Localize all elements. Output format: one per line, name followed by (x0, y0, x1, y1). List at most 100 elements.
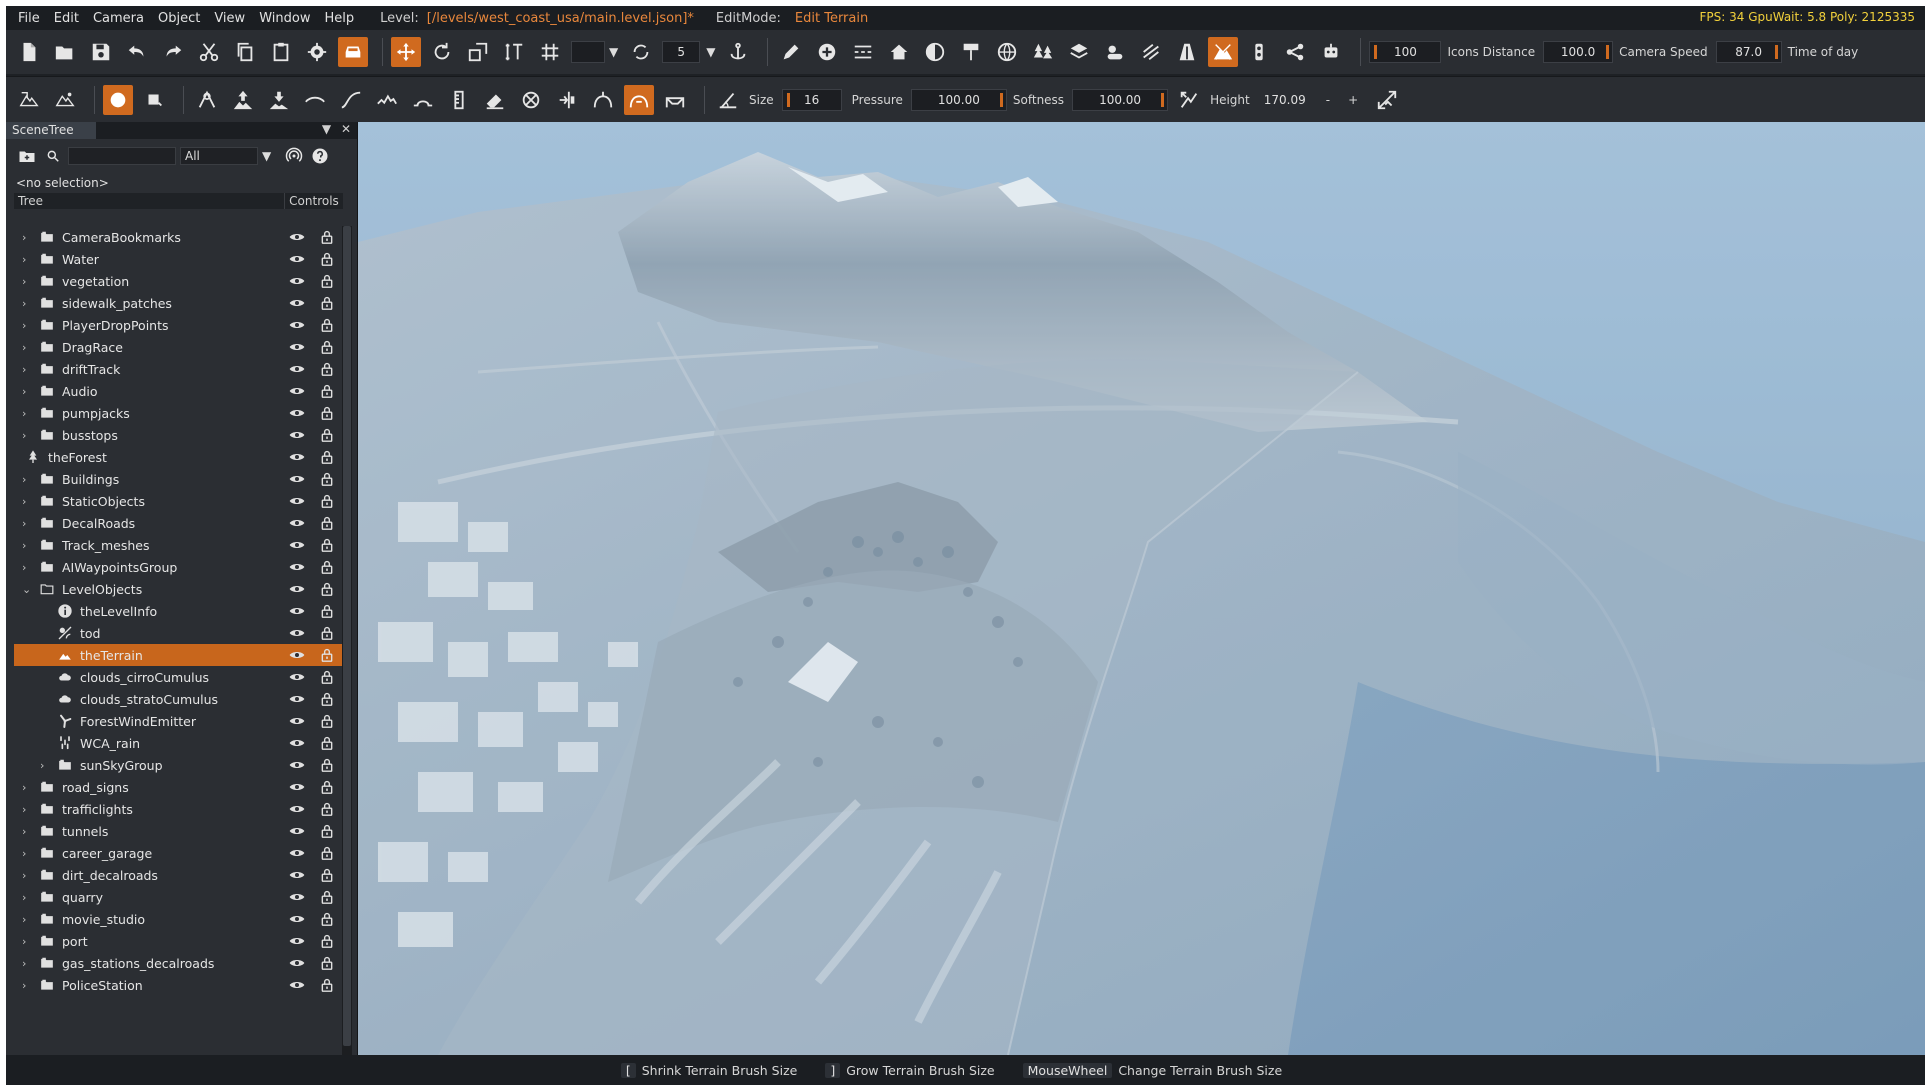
unlock-icon[interactable] (319, 230, 335, 244)
eye-icon[interactable] (289, 538, 305, 552)
nodes-tool-button[interactable] (1280, 37, 1310, 67)
unlock-icon[interactable] (319, 472, 335, 486)
size-field[interactable]: 16 (781, 88, 842, 111)
tree-item-career-garage[interactable]: › career_garage (14, 842, 342, 864)
softness-field[interactable]: 100.00 (1072, 88, 1169, 111)
chevron-right-icon[interactable]: › (22, 803, 36, 816)
unlock-icon[interactable] (319, 648, 335, 662)
unlock-icon[interactable] (319, 428, 335, 442)
height-decrement-button[interactable]: - (1326, 93, 1330, 107)
tree-item-busstops[interactable]: › busstops (14, 424, 342, 446)
select-brush-button[interactable] (192, 85, 222, 115)
building-tool-button[interactable] (884, 37, 914, 67)
terrain-settings-button[interactable] (1372, 85, 1402, 115)
unlock-icon[interactable] (319, 318, 335, 332)
icons-distance-field[interactable]: 100 (1369, 41, 1442, 63)
eye-icon[interactable] (289, 318, 305, 332)
eye-icon[interactable] (289, 604, 305, 618)
unlock-icon[interactable] (319, 450, 335, 464)
chevron-right-icon[interactable]: › (22, 231, 36, 244)
tree-item-sidewalk-patches[interactable]: › sidewalk_patches (14, 292, 342, 314)
eye-icon[interactable] (289, 824, 305, 838)
eye-icon[interactable] (289, 406, 305, 420)
menu-edit[interactable]: Edit (54, 11, 79, 26)
unlock-icon[interactable] (319, 868, 335, 882)
select-terrain-button[interactable] (14, 85, 44, 115)
adjust-height-button[interactable] (552, 85, 582, 115)
terrain-material-button[interactable] (50, 85, 80, 115)
chevron-right-icon[interactable]: › (22, 913, 36, 926)
tree-item-road-signs[interactable]: › road_signs (14, 776, 342, 798)
ai-tool-button[interactable] (1316, 37, 1346, 67)
paste-button[interactable] (266, 37, 296, 67)
eye-icon[interactable] (289, 912, 305, 926)
add-group-button[interactable] (16, 145, 38, 167)
grid-snap-button[interactable] (535, 37, 565, 67)
chevron-right-icon[interactable]: › (22, 495, 36, 508)
tree-item-sunskygroup[interactable]: › sunSkyGroup (14, 754, 342, 776)
chevron-right-icon[interactable]: › (40, 759, 54, 772)
chevron-right-icon[interactable]: › (22, 869, 36, 882)
tree-item-buildings[interactable]: › Buildings (14, 468, 342, 490)
tree-item-port[interactable]: › port (14, 930, 342, 952)
eye-icon[interactable] (289, 230, 305, 244)
unlock-icon[interactable] (319, 406, 335, 420)
unlock-icon[interactable] (319, 538, 335, 552)
eye-icon[interactable] (289, 560, 305, 574)
tree-item-aiwaypointsgroup[interactable]: › AIWaypointsGroup (14, 556, 342, 578)
chevron-right-icon[interactable]: › (22, 781, 36, 794)
eye-icon[interactable] (289, 472, 305, 486)
decal-tool-button[interactable] (920, 37, 950, 67)
tree-item-theterrain[interactable]: theTerrain (14, 644, 342, 666)
menu-file[interactable]: File (18, 11, 40, 26)
chevron-down-icon[interactable]: ▼ (262, 149, 271, 163)
chevron-right-icon[interactable]: › (22, 341, 36, 354)
unlock-icon[interactable] (319, 626, 335, 640)
eye-icon[interactable] (289, 978, 305, 992)
brush-circle-button[interactable] (103, 84, 133, 115)
scale-tool-button[interactable] (463, 37, 493, 67)
chevron-right-icon[interactable]: › (22, 825, 36, 838)
tree-item-clouds-stratocumulus[interactable]: clouds_stratoCumulus (14, 688, 342, 710)
tree-item-quarry[interactable]: › quarry (14, 886, 342, 908)
eye-icon[interactable] (289, 846, 305, 860)
eye-icon[interactable] (289, 516, 305, 530)
unlock-icon[interactable] (319, 516, 335, 530)
chevron-right-icon[interactable]: › (22, 363, 36, 376)
eye-icon[interactable] (289, 340, 305, 354)
chevron-right-icon[interactable]: › (22, 253, 36, 266)
eye-icon[interactable] (289, 780, 305, 794)
3d-viewport[interactable] (358, 122, 1925, 1055)
tree-item-gas-stations-decalroads[interactable]: › gas_stations_decalroads (14, 952, 342, 974)
chevron-right-icon[interactable]: › (22, 891, 36, 904)
eye-icon[interactable] (289, 494, 305, 508)
unlock-icon[interactable] (319, 340, 335, 354)
eye-icon[interactable] (289, 384, 305, 398)
brush-square-button[interactable] (139, 85, 169, 115)
unlock-icon[interactable] (319, 934, 335, 948)
tree-item-levelobjects[interactable]: ⌄ LevelObjects (14, 578, 342, 600)
chevron-right-icon[interactable]: › (22, 297, 36, 310)
restore-terrain-button[interactable] (516, 85, 546, 115)
road-tool-button[interactable] (848, 37, 878, 67)
tree-item-dragrace[interactable]: › DragRace (14, 336, 342, 358)
unlock-icon[interactable] (319, 758, 335, 772)
unlock-icon[interactable] (319, 252, 335, 266)
unlock-icon[interactable] (319, 824, 335, 838)
tree-item-movie-studio[interactable]: › movie_studio (14, 908, 342, 930)
scene-tree-tab[interactable]: SceneTree (6, 122, 96, 139)
unlock-icon[interactable] (319, 692, 335, 706)
tree-item-track-meshes[interactable]: › Track_meshes (14, 534, 342, 556)
tree-item-pumpjacks[interactable]: › pumpjacks (14, 402, 342, 424)
unlock-icon[interactable] (319, 912, 335, 926)
tree-item-tunnels[interactable]: › tunnels (14, 820, 342, 842)
tree-item-trafficlights[interactable]: › trafficlights (14, 798, 342, 820)
slope-smooth-button[interactable] (336, 85, 366, 115)
unlock-icon[interactable] (319, 582, 335, 596)
pencil-tool-button[interactable] (776, 37, 806, 67)
menu-object[interactable]: Object (158, 11, 200, 26)
unlock-icon[interactable] (319, 670, 335, 684)
undo-button[interactable] (122, 37, 152, 67)
menu-view[interactable]: View (214, 11, 245, 26)
chevron-right-icon[interactable]: › (22, 319, 36, 332)
